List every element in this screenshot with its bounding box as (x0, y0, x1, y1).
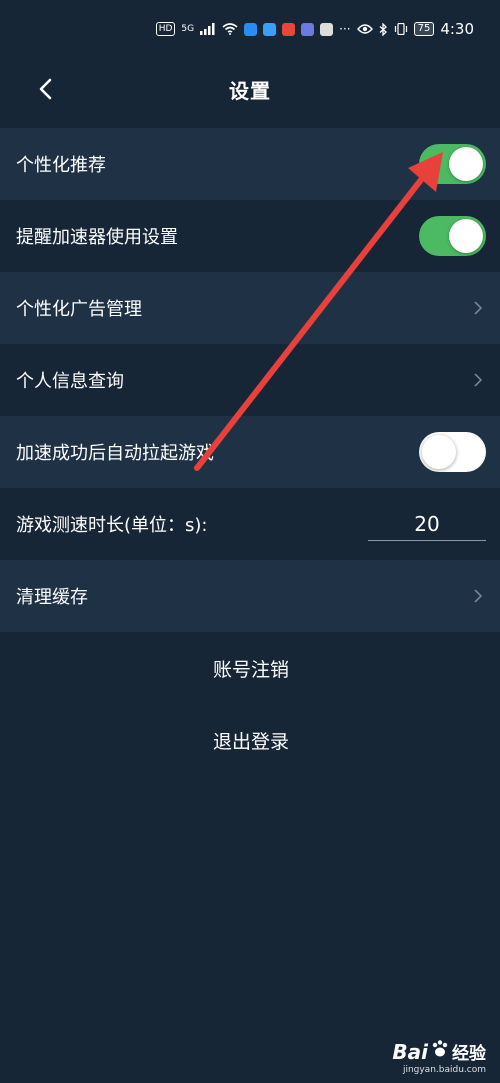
watermark-suffix: 经验 (452, 1044, 486, 1064)
setting-clear-cache[interactable]: 清理缓存 (0, 560, 500, 632)
setting-label: 加速成功后自动拉起游戏 (16, 443, 214, 464)
toggle-knob (422, 435, 456, 469)
paw-icon (430, 1039, 450, 1064)
settings-list: 个性化推荐 提醒加速器使用设置 个性化广告管理 个人信息查询 加速成功后自动拉起… (0, 128, 500, 776)
baidu-watermark: Bai 经验 jingyan.baidu.com (392, 1039, 486, 1076)
page-title: 设置 (229, 78, 271, 103)
eye-icon (356, 23, 373, 35)
status-bar: HD 5G ··· 75 4:30 (0, 0, 500, 58)
wifi-icon (222, 23, 238, 35)
watermark-logo: Bai 经验 (392, 1039, 486, 1065)
watermark-url: jingyan.baidu.com (402, 1065, 486, 1075)
cloud-app-icon (263, 22, 277, 36)
setting-auto-launch-game: 加速成功后自动拉起游戏 (0, 416, 500, 488)
setting-accelerator-reminder: 提醒加速器使用设置 (0, 200, 500, 272)
cancel-account-label: 账号注销 (212, 658, 289, 681)
bluetooth-icon (379, 22, 388, 36)
chevron-right-icon (470, 300, 486, 316)
chevron-left-icon (39, 78, 52, 100)
hd-indicator: HD (155, 22, 176, 36)
setting-personalized-recommendation: 个性化推荐 (0, 128, 500, 200)
setting-label: 个人信息查询 (16, 371, 124, 392)
battery-indicator: 75 (413, 22, 435, 36)
toggle-knob (449, 147, 483, 181)
logout-button[interactable]: 退出登录 (0, 704, 500, 776)
speed-test-duration-input[interactable] (368, 507, 486, 541)
music-app-icon (301, 22, 315, 36)
vibrate-icon (394, 23, 408, 35)
setting-label: 提醒加速器使用设置 (16, 227, 178, 248)
setting-label: 游戏测速时长(单位：s): (16, 515, 208, 536)
watermark-logo-text: Bai (392, 1039, 428, 1064)
more-dots-icon: ··· (339, 22, 351, 36)
signal-icon (200, 23, 216, 35)
cancel-account-button[interactable]: 账号注销 (0, 632, 500, 704)
chevron-right-icon (470, 372, 486, 388)
status-icons: HD 5G ··· 75 (155, 22, 435, 36)
status-time: 4:30 (440, 20, 474, 38)
setting-speed-test-duration: 游戏测速时长(单位：s): (0, 488, 500, 560)
nav-bar: 设置 (0, 58, 500, 120)
red-app-icon (282, 22, 296, 36)
setting-personal-info[interactable]: 个人信息查询 (0, 344, 500, 416)
toggle-knob (449, 219, 483, 253)
mail-app-icon (320, 22, 334, 36)
network-indicator: 5G (181, 24, 195, 34)
setting-label: 清理缓存 (16, 587, 88, 608)
setting-label: 个性化广告管理 (16, 299, 142, 320)
setting-label: 个性化推荐 (16, 155, 106, 176)
chevron-right-icon (470, 588, 486, 604)
personalized-recommendation-toggle[interactable] (419, 144, 486, 184)
accelerator-reminder-toggle[interactable] (419, 216, 486, 256)
logout-label: 退出登录 (212, 730, 289, 753)
setting-ad-management[interactable]: 个性化广告管理 (0, 272, 500, 344)
auto-launch-game-toggle[interactable] (419, 432, 486, 472)
search-app-icon (244, 22, 258, 36)
back-button[interactable] (30, 72, 60, 106)
